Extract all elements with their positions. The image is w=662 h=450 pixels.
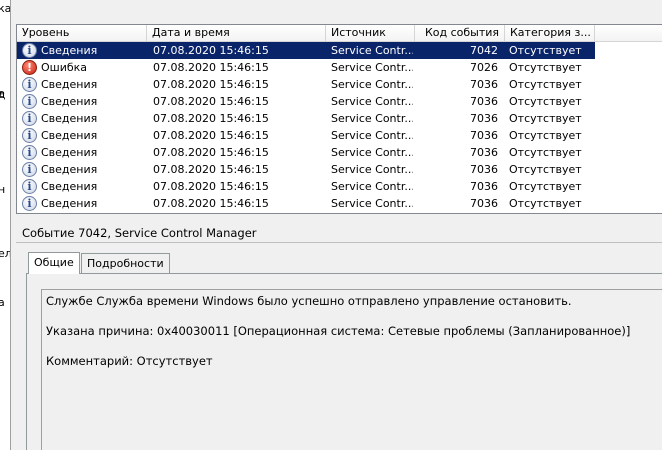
table-row[interactable]: i Сведения 07.08.2020 15:46:15 Service Cont… — [17, 93, 595, 110]
cell-date: 07.08.2020 15:46:15 — [153, 197, 269, 210]
cell-source: Service Contr... — [331, 61, 413, 74]
table-row[interactable]: i Сведения 07.08.2020 15:46:15 Service Cont… — [17, 161, 595, 178]
table-row[interactable]: i Сведения 07.08.2020 15:46:15 Service Cont… — [17, 110, 595, 127]
column-header-category[interactable]: Категория з... — [505, 25, 595, 42]
event-description-line: Службе Служба времени Windows было успеш… — [46, 294, 572, 308]
info-icon: i — [22, 179, 37, 194]
cell-level: Сведения — [41, 197, 98, 210]
info-icon: i — [22, 196, 37, 211]
cell-event-code: 7036 — [470, 180, 498, 193]
cell-source: Service Contr... — [331, 129, 413, 142]
cell-level: Сведения — [41, 180, 98, 193]
info-icon: i — [22, 94, 37, 109]
cell-date: 07.08.2020 15:46:15 — [153, 163, 269, 176]
tree-item[interactable]: ел — [0, 247, 10, 260]
cell-event-code: 7036 — [470, 197, 498, 210]
cell-event-code: 7036 — [470, 95, 498, 108]
cell-event-code: 7042 — [470, 44, 498, 57]
cell-date: 07.08.2020 15:46:15 — [153, 44, 269, 57]
cell-event-code: 7026 — [470, 61, 498, 74]
cell-date: 07.08.2020 15:46:15 — [153, 78, 269, 91]
cell-event-code: 7036 — [470, 129, 498, 142]
cell-source: Service Contr... — [331, 163, 413, 176]
info-icon: i — [22, 77, 37, 92]
tree-item[interactable]: ед — [0, 88, 5, 101]
tree-item[interactable]: н — [0, 183, 5, 196]
cell-date: 07.08.2020 15:46:15 — [153, 95, 269, 108]
event-description-box[interactable] — [41, 289, 662, 450]
cell-event-code: 7036 — [470, 78, 498, 91]
cell-level: Сведения — [41, 163, 98, 176]
info-icon: i — [22, 43, 37, 58]
cell-source: Service Contr... — [331, 197, 413, 210]
cell-date: 07.08.2020 15:46:15 — [153, 129, 269, 142]
cell-level: Сведения — [41, 129, 98, 142]
info-icon: i — [22, 162, 37, 177]
cell-source: Service Contr... — [331, 180, 413, 193]
event-list[interactable]: Уровень Дата и время Источник Код событи… — [16, 24, 662, 214]
event-description-line: Указана причина: 0x40030011 [Операционна… — [46, 324, 631, 338]
cell-source: Service Contr... — [331, 95, 413, 108]
info-icon: i — [22, 145, 37, 160]
cell-event-code: 7036 — [470, 112, 498, 125]
cell-level: Сведения — [41, 78, 98, 91]
cell-category: Отсутствует — [509, 180, 582, 193]
divider — [16, 242, 662, 243]
cell-level: Ошибка — [41, 61, 88, 74]
cell-category: Отсутствует — [509, 129, 582, 142]
cell-level: Сведения — [41, 44, 98, 57]
cell-level: Сведения — [41, 112, 98, 125]
panel-splitter[interactable] — [16, 214, 662, 222]
table-row[interactable]: i Сведения 07.08.2020 15:46:15 Service Cont… — [17, 42, 595, 59]
cell-level: Сведения — [41, 146, 98, 159]
info-icon: i — [22, 111, 37, 126]
event-list-header: Уровень Дата и время Источник Код событи… — [17, 25, 662, 42]
cell-event-code: 7036 — [470, 146, 498, 159]
cell-category: Отсутствует — [509, 44, 582, 57]
cell-source: Service Contr... — [331, 44, 413, 57]
cell-category: Отсутствует — [509, 163, 582, 176]
table-row[interactable]: i Сведения 07.08.2020 15:46:15 Service Cont… — [17, 178, 595, 195]
event-description-line: Комментарий: Отсутствует — [46, 354, 213, 368]
cell-category: Отсутствует — [509, 78, 582, 91]
cell-date: 07.08.2020 15:46:15 — [153, 61, 269, 74]
column-header-date[interactable]: Дата и время — [147, 25, 326, 42]
navigation-tree-panel[interactable]: ка е ед н ел а — [0, 0, 11, 450]
cell-date: 07.08.2020 15:46:15 — [153, 180, 269, 193]
event-detail-title: Событие 7042, Service Control Manager — [22, 226, 257, 240]
column-header-event-code[interactable]: Код события — [415, 25, 505, 42]
cell-date: 07.08.2020 15:46:15 — [153, 146, 269, 159]
tree-item[interactable]: а — [0, 296, 5, 309]
cell-level: Сведения — [41, 95, 98, 108]
cell-category: Отсутствует — [509, 197, 582, 210]
table-row[interactable]: i Сведения 07.08.2020 15:46:15 Service Cont… — [17, 195, 595, 212]
tab-details[interactable]: Подробности — [81, 253, 170, 274]
cell-event-code: 7036 — [470, 163, 498, 176]
cell-source: Service Contr... — [331, 112, 413, 125]
table-row[interactable]: i Сведения 07.08.2020 15:46:15 Service Cont… — [17, 76, 595, 93]
cell-category: Отсутствует — [509, 112, 582, 125]
tab-general[interactable]: Общие — [28, 252, 80, 274]
cell-date: 07.08.2020 15:46:15 — [153, 112, 269, 125]
info-icon: i — [22, 128, 37, 143]
table-row[interactable]: i Сведения 07.08.2020 15:46:15 Service Cont… — [17, 144, 595, 161]
cell-category: Отсутствует — [509, 61, 582, 74]
cell-source: Service Contr... — [331, 78, 413, 91]
cell-source: Service Contr... — [331, 146, 413, 159]
table-row[interactable]: i Сведения 07.08.2020 15:46:15 Service Cont… — [17, 127, 595, 144]
error-icon: ! — [22, 60, 37, 75]
cell-category: Отсутствует — [509, 95, 582, 108]
cell-category: Отсутствует — [509, 146, 582, 159]
table-row[interactable]: ! Ошибка 07.08.2020 15:46:15 Service Contr.… — [17, 59, 595, 76]
column-header-source[interactable]: Источник — [326, 25, 415, 42]
tree-item[interactable]: ка — [0, 2, 10, 15]
column-header-level[interactable]: Уровень — [17, 25, 147, 42]
